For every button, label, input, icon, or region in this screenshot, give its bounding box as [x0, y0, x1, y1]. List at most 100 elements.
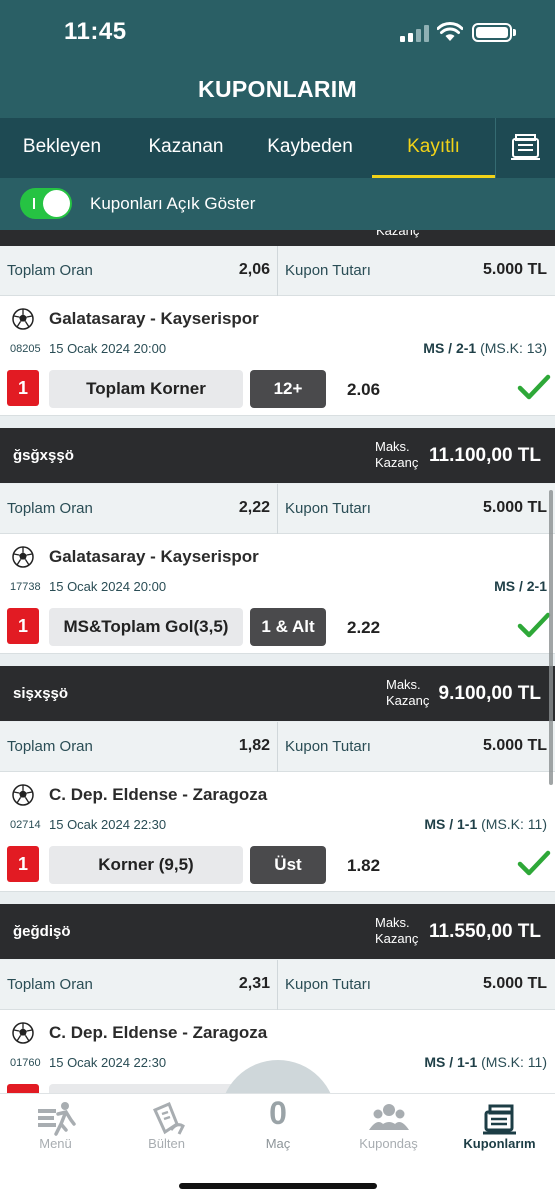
coupon-amount-value: 5.000 TL — [482, 261, 547, 278]
coupon-archive-button[interactable] — [496, 118, 555, 178]
tab-bekleyen[interactable]: Bekleyen — [0, 118, 124, 178]
match-code: 08205 — [10, 343, 41, 355]
odd-value: 2.06 — [347, 380, 381, 399]
coupon-summary-row: Toplam Oran 2,22 Kupon Tutarı 5.000 TL — [0, 484, 555, 534]
match-card[interactable]: C. Dep. Eldense - Zaragoza 02714 15 Ocak… — [0, 772, 555, 892]
max-win-label: Maks. Kazanç — [375, 439, 419, 470]
max-win-label: Maks. Kazanç — [375, 915, 419, 946]
match-result: MS / 2-1 — [494, 578, 547, 594]
match-date: 15 Ocak 2024 22:30 — [49, 1055, 167, 1070]
selection: 1 & Alt — [250, 608, 326, 646]
coupon-amount-value: 5.000 TL — [482, 499, 547, 516]
nav-menu[interactable]: Menü — [0, 1094, 111, 1169]
odd-value: 2.22 — [347, 618, 381, 637]
page-title: KUPONLARIM — [198, 76, 357, 102]
coupon-amount-value: 5.000 TL — [482, 975, 547, 992]
nav-bulten[interactable]: Bülten — [111, 1094, 222, 1169]
soccer-ball-icon — [12, 1022, 34, 1044]
tab-kaybeden[interactable]: Kaybeden — [248, 118, 372, 178]
screen: 11:45 KUPONLARIM Bekleyen Kazanan Kaybed… — [0, 0, 555, 1200]
wifi-icon — [437, 22, 463, 41]
market-name: Korner (9,5) — [49, 846, 243, 884]
home-indicator — [179, 1183, 377, 1189]
market-name: Toplam Korner — [49, 370, 243, 408]
total-odds-value: 2,22 — [238, 499, 270, 516]
nav-kupondas[interactable]: Kupondaş — [333, 1094, 444, 1169]
menu-runner-icon — [38, 1102, 76, 1136]
coupon-name: ğsğxşşö — [13, 447, 74, 464]
nav-bulten-label: Bülten — [148, 1136, 185, 1151]
total-odds-label: Toplam Oran — [7, 262, 93, 279]
people-icon — [369, 1104, 409, 1130]
total-odds-label: Toplam Oran — [7, 976, 93, 993]
coupon-amount-label: Kupon Tutarı — [285, 976, 371, 993]
coupon-header[interactable]: ğsğxşşö Maks. Kazanç 11.100,00 TL — [0, 428, 555, 483]
coupon-summary-row: Toplam Oran 2,06 Kupon Tutarı 5.000 TL — [0, 246, 555, 296]
nav-kuponlarim[interactable]: Kuponlarım — [444, 1094, 555, 1169]
total-odds-value: 2,31 — [238, 975, 270, 992]
mbs-badge: 1 — [7, 846, 39, 882]
mac-count[interactable]: 0 — [220, 1095, 336, 1132]
match-code: 01760 — [10, 1057, 41, 1069]
match-teams: Galatasaray - Kayserispor — [49, 547, 259, 566]
total-odds-label: Toplam Oran — [7, 500, 93, 517]
max-win-fragment: Kazanç — [376, 230, 420, 238]
match-date: 15 Ocak 2024 20:00 — [49, 579, 167, 594]
nav-mac-label[interactable]: Maç — [220, 1136, 336, 1151]
match-teams: Galatasaray - Kayserispor — [49, 309, 259, 328]
mbs-badge: 1 — [7, 1084, 39, 1093]
match-code: 02714 — [10, 819, 41, 831]
match-teams: C. Dep. Eldense - Zaragoza — [49, 1023, 268, 1042]
total-odds-label: Toplam Oran — [7, 738, 93, 755]
won-check-icon — [517, 612, 551, 638]
max-win-amount: 11.550,00 TL — [429, 921, 541, 942]
market-name — [49, 1084, 243, 1093]
open-coupons-toggle[interactable] — [20, 188, 72, 219]
nav-menu-label: Menü — [39, 1136, 72, 1151]
coupon-summary-row: Toplam Oran 1,82 Kupon Tutarı 5.000 TL — [0, 722, 555, 772]
scrollbar[interactable] — [549, 490, 553, 785]
won-check-icon — [517, 374, 551, 400]
max-win-amount: 11.100,00 TL — [429, 445, 541, 466]
coupon-header[interactable]: sişxşşö Maks. Kazanç 9.100,00 TL — [0, 666, 555, 721]
battery-icon — [472, 23, 516, 42]
coupon-amount-label: Kupon Tutarı — [285, 262, 371, 279]
status-time: 11:45 — [64, 18, 127, 45]
cellular-signal-icon — [400, 24, 430, 42]
match-date: 15 Ocak 2024 20:00 — [49, 341, 167, 356]
match-date: 15 Ocak 2024 22:30 — [49, 817, 167, 832]
match-teams: C. Dep. Eldense - Zaragoza — [49, 785, 268, 804]
match-code: 17738 — [10, 581, 41, 593]
max-win-label: Maks. Kazanç — [386, 677, 430, 708]
coupon-summary-row: Toplam Oran 2,31 Kupon Tutarı 5.000 TL — [0, 960, 555, 1010]
coupon-archive-icon — [511, 134, 540, 160]
match-result: MS / 1-1 (MS.K: 11) — [424, 1054, 547, 1070]
match-card[interactable]: Galatasaray - Kayserispor 17738 15 Ocak … — [0, 534, 555, 654]
total-odds-value: 2,06 — [238, 261, 270, 278]
match-card[interactable]: Galatasaray - Kayserispor 08205 15 Ocak … — [0, 296, 555, 416]
odd-value: 1.82 — [347, 856, 381, 875]
open-coupons-toggle-row: Kuponları Açık Göster — [0, 178, 555, 230]
bulletin-hand-icon — [153, 1102, 185, 1135]
soccer-ball-icon — [12, 784, 34, 806]
selection: 12+ — [250, 370, 326, 408]
coupon-header-partial: Kazanç — [0, 230, 555, 246]
mbs-badge: 1 — [7, 370, 39, 406]
won-check-icon — [517, 850, 551, 876]
total-odds-value: 1,82 — [238, 737, 270, 754]
coupon-amount-label: Kupon Tutarı — [285, 738, 371, 755]
coupon-name: ğeğdişö — [13, 923, 71, 940]
soccer-ball-icon — [12, 546, 34, 568]
market-name: MS&Toplam Gol(3,5) — [49, 608, 243, 646]
coupon-header[interactable]: ğeğdişö Maks. Kazanç 11.550,00 TL — [0, 904, 555, 959]
tab-kazanan[interactable]: Kazanan — [124, 118, 248, 178]
selection: Üst — [250, 846, 326, 884]
coupons-icon — [483, 1104, 516, 1135]
mbs-badge: 1 — [7, 608, 39, 644]
coupon-list[interactable]: Kazanç Toplam Oran 2,06 Kupon Tutarı 5.0… — [0, 230, 555, 1093]
match-result: MS / 2-1 (MS.K: 13) — [423, 340, 547, 356]
coupon-amount-value: 5.000 TL — [482, 737, 547, 754]
tab-kayitli[interactable]: Kayıtlı — [372, 118, 495, 178]
toggle-label: Kuponları Açık Göster — [90, 194, 256, 213]
nav-kuponlarim-label: Kuponlarım — [463, 1136, 536, 1151]
